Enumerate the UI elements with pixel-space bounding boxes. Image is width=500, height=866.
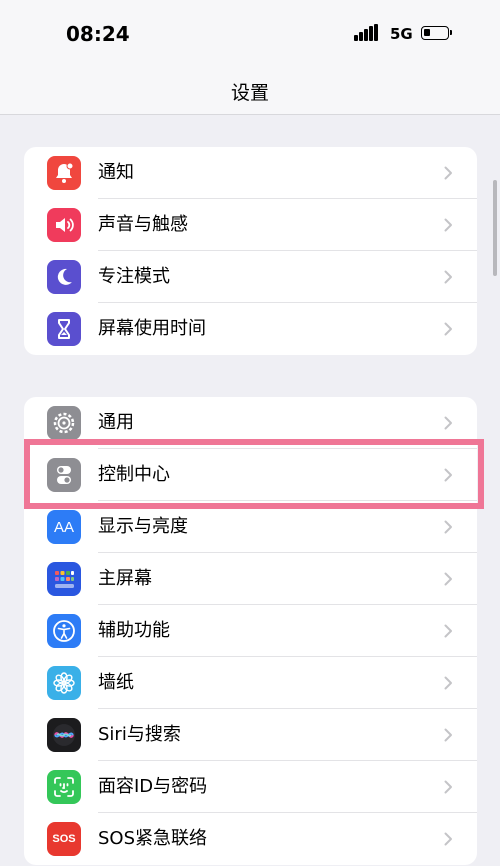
chevron-right-icon xyxy=(444,676,452,690)
status-time: 08:24 xyxy=(66,22,130,46)
row-label: 专注模式 xyxy=(98,266,170,287)
settings-row-control-center[interactable]: 控制中心 xyxy=(24,449,477,501)
speaker-icon xyxy=(47,208,81,242)
row-label: 显示与亮度 xyxy=(98,516,188,537)
chevron-right-icon xyxy=(444,624,452,638)
row-label: 墙纸 xyxy=(98,672,134,693)
chevron-right-icon xyxy=(444,322,452,336)
home-screen-icon xyxy=(47,562,81,596)
settings-row-general[interactable]: 通用 xyxy=(24,397,477,449)
row-label: 声音与触感 xyxy=(98,214,188,235)
toggles-icon xyxy=(47,458,81,492)
signal-strength-icon xyxy=(354,24,380,41)
chevron-right-icon xyxy=(444,270,452,284)
siri-icon xyxy=(47,718,81,752)
row-label: 通用 xyxy=(98,412,134,433)
battery-icon xyxy=(421,26,452,40)
chevron-right-icon xyxy=(444,572,452,586)
scrollbar[interactable] xyxy=(493,180,497,276)
notification-icon xyxy=(47,156,81,190)
chevron-right-icon xyxy=(444,832,452,846)
face-id-icon xyxy=(47,770,81,804)
settings-row-focus[interactable]: 专注模式 xyxy=(24,251,477,303)
chevron-right-icon xyxy=(444,780,452,794)
settings-group-2: 通用 控制中心 AA 显示与亮度 主屏幕 辅助功能 墙纸 Siri与搜索 面容I… xyxy=(24,397,477,865)
chevron-right-icon xyxy=(444,728,452,742)
display-icon: AA xyxy=(47,510,81,544)
hourglass-icon xyxy=(47,312,81,346)
accessibility-icon xyxy=(47,614,81,648)
chevron-right-icon xyxy=(444,416,452,430)
network-type: 5G xyxy=(390,25,413,43)
sos-icon: SOS xyxy=(47,822,81,856)
settings-row-notifications[interactable]: 通知 xyxy=(24,147,477,199)
gear-icon xyxy=(47,406,81,440)
chevron-right-icon xyxy=(444,218,452,232)
settings-row-sounds[interactable]: 声音与触感 xyxy=(24,199,477,251)
row-label: 屏幕使用时间 xyxy=(98,318,206,339)
chevron-right-icon xyxy=(444,468,452,482)
settings-row-home-screen[interactable]: 主屏幕 xyxy=(24,553,477,605)
row-label: 主屏幕 xyxy=(98,568,152,589)
settings-row-wallpaper[interactable]: 墙纸 xyxy=(24,657,477,709)
settings-row-face-id[interactable]: 面容ID与密码 xyxy=(24,761,477,813)
moon-icon xyxy=(47,260,81,294)
settings-row-screen-time[interactable]: 屏幕使用时间 xyxy=(24,303,477,355)
row-label: SOS紧急联络 xyxy=(98,828,208,849)
row-label: 控制中心 xyxy=(98,464,170,485)
page-title: 设置 xyxy=(230,82,269,104)
settings-row-accessibility[interactable]: 辅助功能 xyxy=(24,605,477,657)
row-label: 辅助功能 xyxy=(98,620,170,641)
chevron-right-icon xyxy=(444,520,452,534)
settings-group-1: 通知 声音与触感 专注模式 屏幕使用时间 xyxy=(24,147,477,355)
wallpaper-flower-icon xyxy=(47,666,81,700)
settings-row-siri[interactable]: Siri与搜索 xyxy=(24,709,477,761)
row-label: 面容ID与密码 xyxy=(98,776,208,797)
row-label: Siri与搜索 xyxy=(98,724,181,745)
settings-row-display[interactable]: AA 显示与亮度 xyxy=(24,501,477,553)
chevron-right-icon xyxy=(444,166,452,180)
row-label: 通知 xyxy=(98,162,134,183)
navigation-header: 08:24 5G 设置 xyxy=(0,0,500,115)
settings-row-emergency-sos[interactable]: SOS SOS紧急联络 xyxy=(24,813,477,865)
